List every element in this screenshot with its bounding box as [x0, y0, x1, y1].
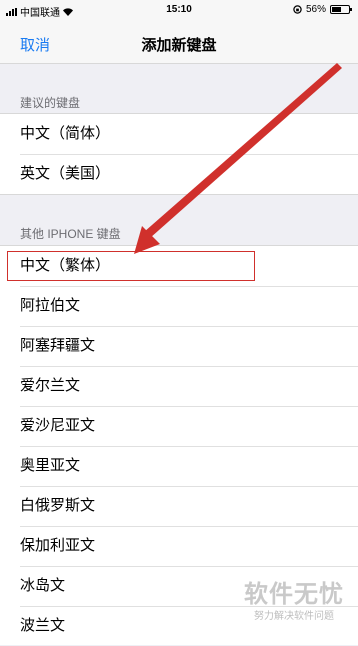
page-title: 添加新键盘 [141, 37, 217, 54]
keyboard-item-estonian[interactable]: 爱沙尼亚文 [0, 406, 358, 446]
suggested-keyboards-list: 中文（简体） 英文（美国） [0, 113, 358, 195]
navigation-bar: 取消 添加新键盘 [0, 20, 358, 64]
battery-icon [330, 5, 352, 14]
keyboard-item-belarusian[interactable]: 白俄罗斯文 [0, 486, 358, 526]
keyboard-item-oriya[interactable]: 奥里亚文 [0, 446, 358, 486]
watermark-subtitle: 努力解决软件问题 [254, 611, 334, 622]
battery-percent: 56% [305, 4, 326, 15]
status-right: 56% [293, 4, 352, 15]
keyboard-item-irish[interactable]: 爱尔兰文 [0, 366, 358, 406]
keyboard-item-english-us[interactable]: 英文（美国） [0, 154, 358, 194]
keyboard-item-chinese-simplified[interactable]: 中文（简体） [0, 114, 358, 154]
battery-fill [332, 7, 341, 12]
keyboard-item-bulgarian[interactable]: 保加利亚文 [0, 526, 358, 566]
keyboard-item-arabic[interactable]: 阿拉伯文 [0, 286, 358, 326]
watermark-title: 软件无忧 [244, 581, 344, 608]
watermark-logo: 软件无忧 努力解决软件问题 [238, 574, 350, 622]
status-bar: 中国联通 15:10 56% [0, 0, 358, 20]
suggested-section-header: 建议的键盘 [20, 96, 81, 110]
orientation-lock-icon [293, 5, 302, 14]
other-section-header: 其他 IPHONE 键盘 [20, 227, 121, 241]
keyboard-item-azerbaijani[interactable]: 阿塞拜疆文 [0, 326, 358, 366]
highlight-box [7, 251, 255, 281]
